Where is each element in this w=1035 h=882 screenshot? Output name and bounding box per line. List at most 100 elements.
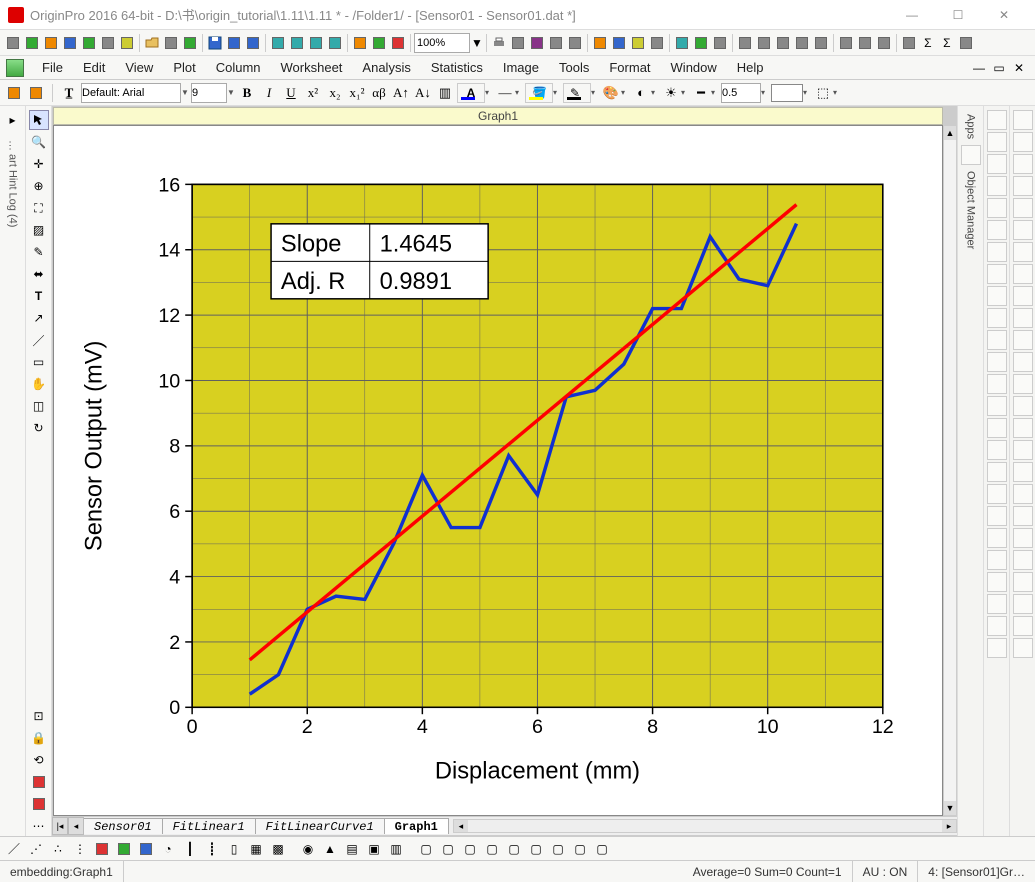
font-size-dropdown-icon[interactable]: ▼: [227, 88, 235, 97]
mdi-restore-button[interactable]: ▭: [990, 60, 1008, 76]
mdi-close-button[interactable]: ✕: [1010, 60, 1028, 76]
zoom-in-tool[interactable]: 🔍: [29, 132, 49, 152]
plot-3dsurface[interactable]: [987, 286, 1007, 306]
plot-line[interactable]: [987, 110, 1007, 130]
save-window-button[interactable]: [244, 33, 262, 53]
plot2-s[interactable]: [1013, 506, 1033, 526]
line-style-button[interactable]: ―: [495, 83, 515, 103]
project-explorer-button[interactable]: [629, 33, 647, 53]
gb-2[interactable]: ⋰: [26, 839, 46, 859]
subscript-button[interactable]: x₂: [325, 83, 345, 103]
import-single-button[interactable]: [288, 33, 306, 53]
worksheet-tab-graph1[interactable]: Graph1: [385, 818, 449, 834]
plot-image[interactable]: [987, 484, 1007, 504]
custom3-button[interactable]: [812, 33, 830, 53]
menu-worksheet[interactable]: Worksheet: [271, 57, 353, 78]
gb-image[interactable]: ▣: [364, 839, 384, 859]
apps-item[interactable]: [961, 145, 981, 165]
menu-file[interactable]: File: [32, 57, 73, 78]
transpose-button[interactable]: [736, 33, 754, 53]
code-builder-button[interactable]: [673, 33, 691, 53]
menu-column[interactable]: Column: [206, 57, 271, 78]
arrow-tool[interactable]: ↗: [29, 308, 49, 328]
plot2-p[interactable]: [1013, 440, 1033, 460]
plot-column[interactable]: [987, 176, 1007, 196]
gb-pie[interactable]: ◔: [158, 839, 178, 859]
gb-theme2[interactable]: ▢: [438, 839, 458, 859]
worksheet-tab-fitlinearcurve1[interactable]: FitLinearCurve1: [256, 818, 385, 834]
gb-contour[interactable]: ◉: [298, 839, 318, 859]
gb-stock[interactable]: ┋: [202, 839, 222, 859]
menu-view[interactable]: View: [115, 57, 163, 78]
zoom-combo[interactable]: [414, 33, 470, 53]
palette-button[interactable]: 🎨: [601, 83, 621, 103]
plot2-e[interactable]: [1013, 198, 1033, 218]
gb-surface[interactable]: ▲: [320, 839, 340, 859]
scroll-left-icon[interactable]: ◂: [454, 820, 468, 832]
plot-bar[interactable]: [987, 198, 1007, 218]
plot-hist[interactable]: [987, 440, 1007, 460]
import-multi-button[interactable]: [307, 33, 325, 53]
font-color-dd[interactable]: ▾: [485, 88, 493, 97]
horizontal-scrollbar[interactable]: ◂ ▸: [453, 819, 957, 833]
custom1-button[interactable]: [774, 33, 792, 53]
screen-reader-tool[interactable]: ✛: [29, 154, 49, 174]
worksheet-tab-fitlinear1[interactable]: FitLinear1: [163, 818, 256, 834]
supersub-button[interactable]: x₁²: [347, 83, 367, 103]
lighting-button[interactable]: ☀: [661, 83, 681, 103]
plot2-q[interactable]: [1013, 462, 1033, 482]
menu-tools[interactable]: Tools: [549, 57, 599, 78]
open-excel-button[interactable]: [181, 33, 199, 53]
ppt-button[interactable]: [591, 33, 609, 53]
save-button[interactable]: [206, 33, 224, 53]
plot-3dscatter[interactable]: [987, 264, 1007, 284]
plot2-c[interactable]: [1013, 154, 1033, 174]
open-dialog-button[interactable]: [610, 33, 628, 53]
gb-theme7[interactable]: ▢: [548, 839, 568, 859]
sigma2-button[interactable]: Σ: [938, 33, 956, 53]
plot-area[interactable]: [987, 220, 1007, 240]
graph-canvas[interactable]: 0246810120246810121416Displacement (mm)S…: [53, 125, 943, 816]
plot-template[interactable]: [987, 638, 1007, 658]
menu-plot[interactable]: Plot: [163, 57, 205, 78]
plot2-l[interactable]: [1013, 352, 1033, 372]
panel-toggle-icon[interactable]: ▸: [3, 110, 23, 130]
scroll-up-icon[interactable]: ▲: [944, 126, 956, 140]
menu-window[interactable]: Window: [661, 57, 727, 78]
minimize-button[interactable]: —: [889, 0, 935, 30]
plot2-m[interactable]: [1013, 374, 1033, 394]
menu-image[interactable]: Image: [493, 57, 549, 78]
bold-button[interactable]: B: [237, 83, 257, 103]
plot2-g[interactable]: [1013, 242, 1033, 262]
mask-tool[interactable]: ▨: [29, 220, 49, 240]
plot2-v[interactable]: [1013, 572, 1033, 592]
gb-theme4[interactable]: ▢: [482, 839, 502, 859]
pointer-tool[interactable]: [29, 110, 49, 130]
rotate-tool[interactable]: ↻: [29, 418, 49, 438]
3d-button[interactable]: ⬚: [813, 83, 833, 103]
import-wizard-button[interactable]: [269, 33, 287, 53]
new-workbook-button[interactable]: [23, 33, 41, 53]
stack-button[interactable]: [755, 33, 773, 53]
plot-vector[interactable]: [987, 374, 1007, 394]
plot-multi3[interactable]: [987, 594, 1007, 614]
gb-theme3[interactable]: ▢: [460, 839, 480, 859]
new-notes-button[interactable]: [118, 33, 136, 53]
gb-hilo[interactable]: ┃: [180, 839, 200, 859]
plot-linesymbol[interactable]: [987, 154, 1007, 174]
plot2-y[interactable]: [1013, 638, 1033, 658]
mdi-minimize-button[interactable]: —: [970, 60, 988, 76]
ruler-button[interactable]: ▥: [435, 83, 455, 103]
menu-help[interactable]: Help: [727, 57, 774, 78]
plot2-x[interactable]: [1013, 616, 1033, 636]
results-log-button[interactable]: [648, 33, 666, 53]
gradient-button[interactable]: ◐: [631, 83, 651, 103]
gb-theme1[interactable]: ▢: [416, 839, 436, 859]
plot2-f[interactable]: [1013, 220, 1033, 240]
plot-multi1[interactable]: [987, 550, 1007, 570]
gb-multi[interactable]: ▥: [386, 839, 406, 859]
font-size-combo[interactable]: [191, 83, 227, 103]
superscript-button[interactable]: x²: [303, 83, 323, 103]
lock-scale-tool[interactable]: 🔒: [29, 728, 49, 748]
object-manager-label[interactable]: Object Manager: [965, 171, 977, 249]
